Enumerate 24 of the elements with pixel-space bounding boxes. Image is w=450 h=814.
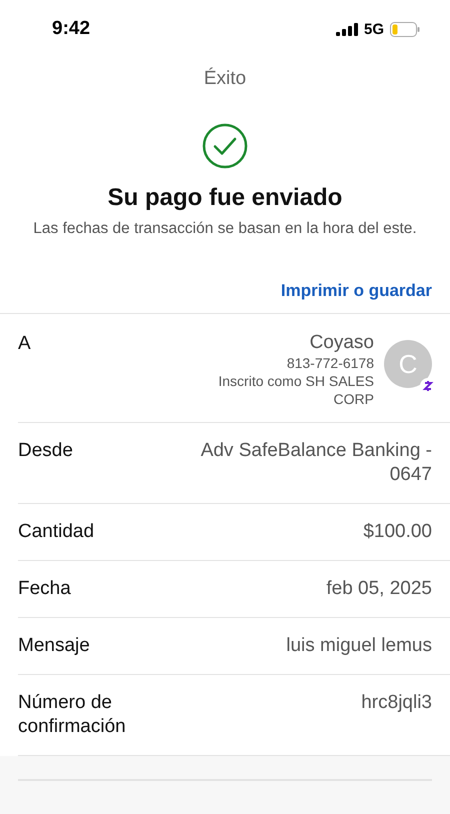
row-label: Cantidad: [18, 520, 94, 544]
heading: Su pago fue enviado: [106, 184, 344, 212]
row-label: Fecha: [18, 577, 71, 601]
checkmark-icon: [202, 123, 248, 169]
row-value: Adv SafeBalance Banking - 0647: [200, 439, 432, 487]
row-value: $100.00: [363, 520, 432, 544]
currency-badge-icon: [420, 378, 436, 394]
network-label: 5G: [364, 20, 384, 38]
row-label: Mensaje: [18, 634, 90, 658]
row-label: Número de confirmación: [18, 691, 127, 739]
page-title: Éxito: [202, 68, 248, 90]
recipient-name: Coyaso: [310, 332, 374, 354]
status-time: 9:42: [52, 18, 90, 40]
row-value: luis miguel lemus: [286, 634, 432, 658]
recipient-enrollment: Inscrito como SH SALES CORP: [217, 372, 374, 408]
row-value: hrc8jqli3: [361, 691, 432, 715]
battery-icon: [390, 22, 420, 36]
signal-icon: [336, 22, 358, 36]
recipient-phone: 813-772-6178: [286, 354, 374, 372]
row-value: feb 05, 2025: [326, 577, 432, 601]
row-label: Desde: [18, 439, 73, 463]
row-label: A: [18, 332, 31, 356]
subtitle: Las fechas de transacción se basan en la hora del este.: [32, 219, 418, 239]
print-link[interactable]: Imprimir o guardar: [280, 281, 432, 301]
